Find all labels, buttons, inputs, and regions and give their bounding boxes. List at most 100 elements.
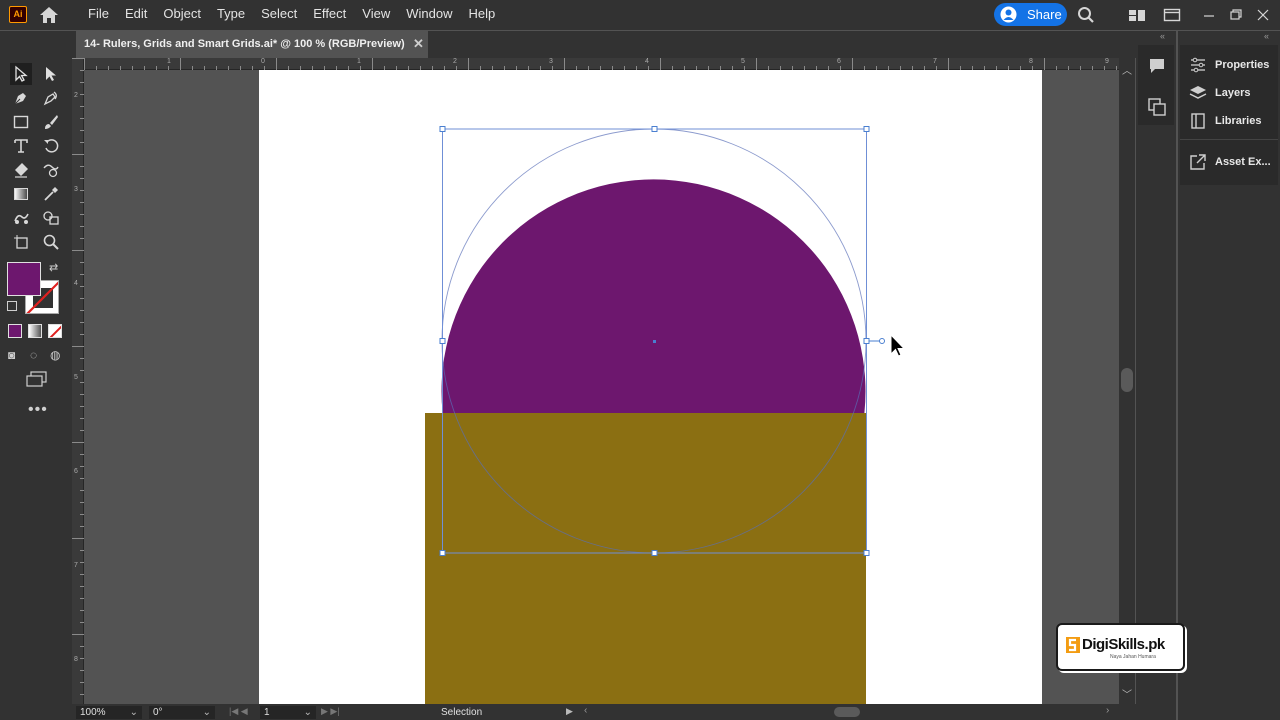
document-title: 14- Rulers, Grids and Smart Grids.ai* @ …	[84, 38, 405, 50]
type-tool-icon[interactable]	[10, 135, 32, 157]
menu-select[interactable]: Select	[253, 0, 305, 30]
status-menu-icon[interactable]: ▶	[566, 706, 573, 717]
ruler-label: 2	[453, 58, 457, 65]
live-corner-widget[interactable]	[869, 338, 885, 344]
ruler-label: 1	[357, 58, 361, 65]
ruler-label: 3	[549, 58, 553, 65]
menu-help[interactable]: Help	[460, 0, 503, 30]
menu-type[interactable]: Type	[209, 0, 253, 30]
panel-libraries-label: Libraries	[1215, 115, 1262, 127]
edit-toolbar-icon[interactable]: •••	[28, 401, 48, 419]
comments-icon[interactable]	[1147, 56, 1167, 76]
main-menu: File Edit Object Type Select Effect View…	[80, 0, 503, 30]
collapse-dock-icon[interactable]: «	[1264, 31, 1269, 41]
rotation-field[interactable]: 0° ⌄	[149, 706, 215, 719]
color-mode-icon[interactable]	[8, 324, 22, 338]
document-tab[interactable]: 14- Rulers, Grids and Smart Grids.ai* @ …	[76, 31, 428, 58]
horizontal-ruler[interactable]: 1 0 1 2 3 4 5 6 7 8 9	[84, 58, 1119, 70]
eyedropper-tool-icon[interactable]	[40, 183, 62, 205]
menu-view[interactable]: View	[354, 0, 398, 30]
ruler-label: 6	[74, 468, 78, 475]
close-tab-icon[interactable]: ✕	[413, 31, 424, 57]
draw-behind-icon[interactable]: ◌	[30, 348, 37, 362]
menu-effect[interactable]: Effect	[305, 0, 354, 30]
warp-tool-icon[interactable]	[40, 159, 62, 181]
collapse-panels-icon[interactable]: «	[1160, 31, 1165, 41]
gradient-tool-icon[interactable]	[10, 183, 32, 205]
last-artboard-icon[interactable]: ▶ ▶|	[321, 706, 340, 717]
draw-inside-icon[interactable]: ◍	[50, 348, 60, 362]
scroll-up-icon[interactable]: ︿	[1122, 62, 1132, 77]
menu-object[interactable]: Object	[155, 0, 209, 30]
workspace-icon[interactable]	[1163, 6, 1181, 24]
artboard-field[interactable]: 1 ⌄	[260, 706, 316, 719]
default-colors-icon[interactable]	[7, 301, 17, 311]
panel-dock: « Properties Layers Libraries Asset Ex..…	[1178, 31, 1280, 720]
rotation-value: 0°	[153, 707, 163, 718]
artboard-number: 1	[264, 707, 270, 718]
illustrator-window: Ai File Edit Object Type Select Effect V…	[0, 0, 1280, 720]
scroll-left-icon[interactable]: ‹	[584, 705, 587, 716]
panel-asset-export[interactable]: Asset Ex...	[1186, 150, 1278, 174]
properties-icon	[1191, 57, 1205, 73]
share-button[interactable]: Share	[994, 3, 1067, 26]
menu-file[interactable]: File	[80, 0, 117, 30]
zoom-field[interactable]: 100% ⌄	[76, 706, 142, 719]
chevron-down-icon[interactable]: ⌄	[304, 706, 312, 719]
vertical-scrollbar[interactable]: ︿ ﹀	[1119, 58, 1135, 704]
rectangle-tool-icon[interactable]	[10, 111, 32, 133]
ruler-label: 7	[933, 58, 937, 65]
app-logo: Ai	[9, 6, 27, 23]
shape-builder-tool-icon[interactable]	[40, 207, 62, 229]
libraries-icon	[1191, 113, 1205, 129]
panel-layers[interactable]: Layers	[1186, 81, 1278, 105]
scroll-right-icon[interactable]: ›	[1106, 705, 1109, 716]
arrange-documents-icon[interactable]	[1128, 6, 1146, 24]
chevron-down-icon[interactable]: ⌄	[203, 706, 211, 719]
search-icon[interactable]	[1077, 6, 1095, 24]
scroll-thumb[interactable]	[1121, 368, 1133, 392]
menu-window[interactable]: Window	[398, 0, 460, 30]
ruler-label: 5	[74, 374, 78, 381]
rotate-tool-icon[interactable]	[40, 135, 62, 157]
selection-tool-icon[interactable]	[10, 63, 32, 85]
home-icon[interactable]	[38, 5, 60, 25]
artboard-tool-icon[interactable]	[10, 231, 32, 253]
menu-edit[interactable]: Edit	[117, 0, 155, 30]
draw-normal-icon[interactable]: ◙	[8, 348, 15, 362]
eraser-tool-icon[interactable]	[10, 159, 32, 181]
zoom-value: 100%	[80, 707, 106, 718]
gradient-mode-icon[interactable]	[28, 324, 42, 338]
first-artboard-icon[interactable]: |◀ ◀	[229, 706, 248, 717]
zoom-tool-icon[interactable]	[40, 231, 62, 253]
canvas[interactable]	[84, 70, 1119, 704]
horizontal-scroll-thumb[interactable]	[834, 707, 860, 717]
user-icon	[1000, 6, 1017, 23]
puppet-warp-tool-icon[interactable]	[10, 207, 32, 229]
tools-panel: ⇄ ◙ ◌ ◍ •••	[0, 31, 72, 720]
mouse-cursor-icon	[890, 333, 906, 357]
none-mode-icon[interactable]	[48, 324, 62, 338]
restore-icon[interactable]	[1227, 6, 1245, 24]
curvature-tool-icon[interactable]	[40, 87, 62, 109]
minimize-icon[interactable]	[1200, 6, 1218, 24]
chevron-down-icon[interactable]: ⌄	[130, 706, 138, 719]
paintbrush-tool-icon[interactable]	[40, 111, 62, 133]
scroll-down-icon[interactable]: ﹀	[1122, 686, 1132, 701]
panel-libraries[interactable]: Libraries	[1186, 109, 1278, 133]
watermark-text: DigiSkills.pk	[1082, 636, 1165, 653]
vertical-ruler[interactable]: 2 3 4 5 6 7 8	[72, 58, 84, 704]
direct-selection-tool-icon[interactable]	[40, 63, 62, 85]
artboards-icon[interactable]	[1147, 97, 1167, 117]
rectangle-shape[interactable]	[425, 413, 866, 704]
screen-mode-icon[interactable]	[26, 371, 48, 392]
fill-swatch[interactable]	[7, 262, 41, 296]
ruler-label: 9	[1105, 58, 1109, 65]
close-window-icon[interactable]	[1254, 6, 1272, 24]
watermark-tagline: Naya Jahan Humara	[1110, 654, 1156, 660]
panel-properties[interactable]: Properties	[1186, 53, 1278, 77]
swap-fill-stroke-icon[interactable]: ⇄	[49, 261, 58, 274]
ruler-label: 5	[741, 58, 745, 65]
pen-tool-icon[interactable]	[10, 87, 32, 109]
circle-shape-visible[interactable]	[441, 179, 866, 413]
